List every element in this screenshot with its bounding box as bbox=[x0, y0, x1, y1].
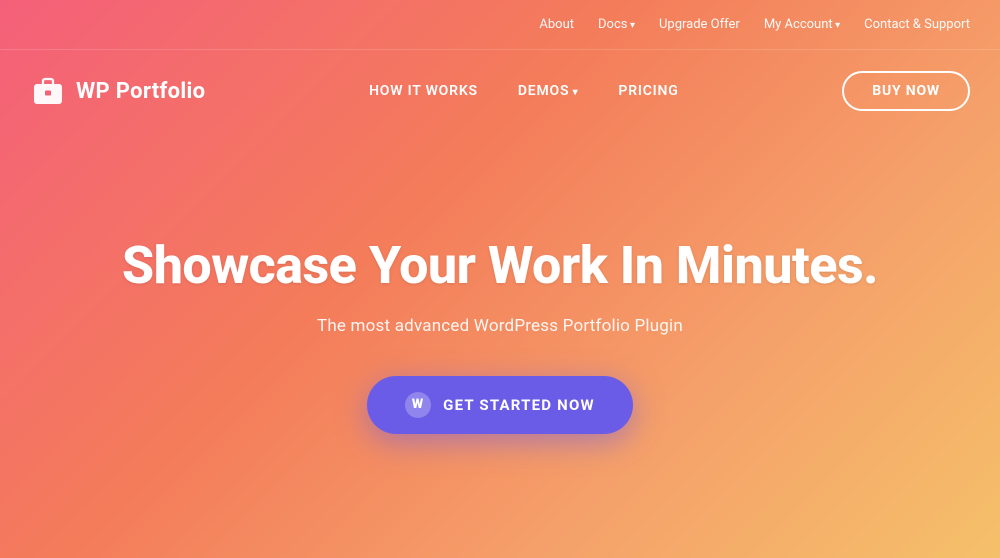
nav-demos[interactable]: DEMOS bbox=[518, 83, 579, 99]
logo-text: WP Portfolio bbox=[76, 79, 205, 104]
buy-now-button[interactable]: BUY NOW bbox=[842, 71, 970, 111]
page-wrapper: About Docs Upgrade Offer My Account Cont… bbox=[0, 0, 1000, 558]
get-started-button[interactable]: W GET STARTED NOW bbox=[367, 376, 633, 434]
nav-contact-support[interactable]: Contact & Support bbox=[864, 17, 970, 32]
main-nav-links: HOW IT WORKS DEMOS PRICING bbox=[369, 83, 678, 99]
top-nav: About Docs Upgrade Offer My Account Cont… bbox=[0, 0, 1000, 50]
nav-about[interactable]: About bbox=[539, 17, 574, 32]
nav-upgrade-offer[interactable]: Upgrade Offer bbox=[659, 17, 740, 32]
hero-section: Showcase Your Work In Minutes. The most … bbox=[0, 132, 1000, 558]
main-nav: WP Portfolio HOW IT WORKS DEMOS PRICING … bbox=[0, 50, 1000, 132]
wordpress-icon: W bbox=[405, 392, 431, 418]
logo-icon bbox=[30, 73, 66, 109]
cta-label: GET STARTED NOW bbox=[443, 396, 595, 414]
nav-how-it-works[interactable]: HOW IT WORKS bbox=[369, 83, 478, 99]
logo[interactable]: WP Portfolio bbox=[30, 73, 205, 109]
nav-docs[interactable]: Docs bbox=[598, 17, 635, 32]
hero-title: Showcase Your Work In Minutes. bbox=[122, 236, 878, 296]
nav-pricing[interactable]: PRICING bbox=[618, 83, 678, 99]
hero-subtitle: The most advanced WordPress Portfolio Pl… bbox=[317, 316, 683, 336]
nav-my-account[interactable]: My Account bbox=[764, 17, 840, 32]
